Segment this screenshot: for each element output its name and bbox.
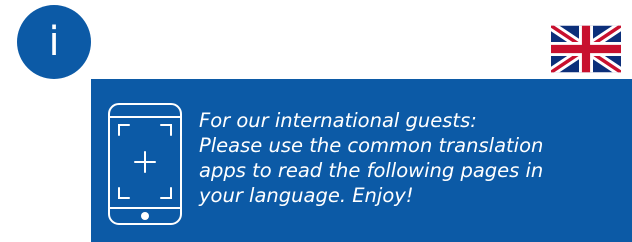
smartphone-scan-icon	[108, 103, 182, 225]
translation-message: For our international guests: Please use…	[199, 108, 624, 208]
message-line: apps to read the following pages in	[199, 159, 544, 182]
info-icon: i	[48, 19, 60, 65]
info-badge: i	[17, 5, 91, 79]
message-line: Please use the common translation	[199, 134, 544, 157]
message-line: For our international guests:	[199, 109, 477, 132]
message-line: your language. Enjoy!	[199, 184, 414, 207]
uk-flag-icon	[551, 25, 621, 73]
info-notice: i For our international guests: Please u…	[0, 0, 632, 242]
